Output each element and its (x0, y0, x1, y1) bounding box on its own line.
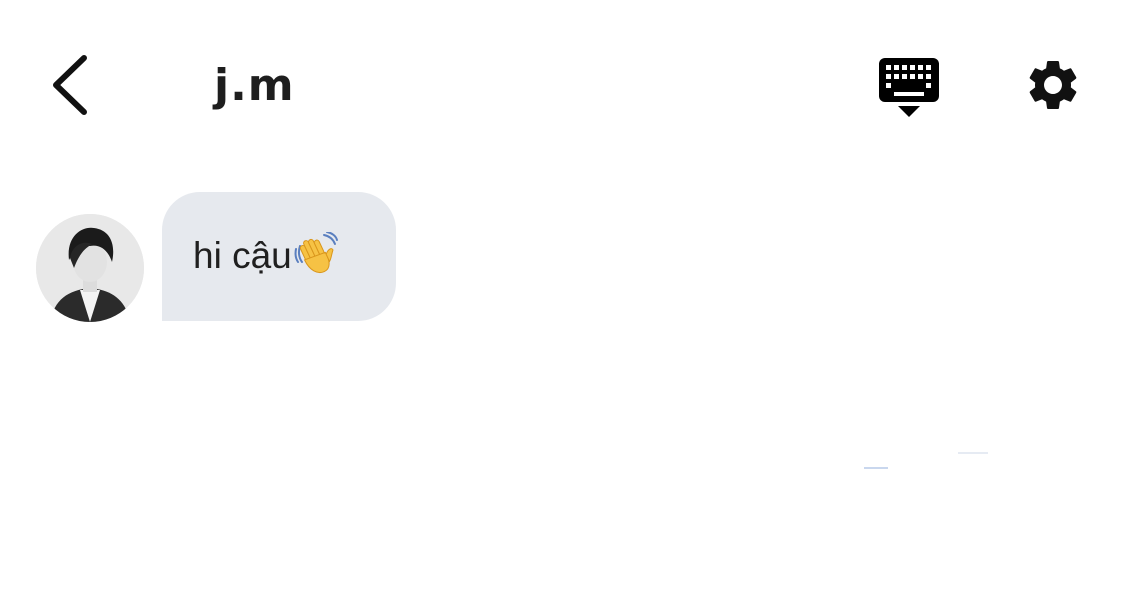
avatar-photo (36, 214, 144, 322)
settings-button[interactable] (1020, 52, 1086, 118)
message-bubble[interactable]: hi cậu (162, 192, 396, 321)
chat-title: j.m (214, 60, 295, 111)
message-text: hi cậu (193, 234, 292, 276)
back-button[interactable] (40, 50, 96, 120)
waving-hand-icon (294, 231, 338, 273)
keyboard-toggle-button[interactable] (876, 54, 942, 120)
chevron-left-icon (53, 55, 87, 115)
divider-artifact (958, 452, 988, 454)
divider-artifact (864, 467, 888, 469)
gear-icon (1029, 60, 1077, 109)
message-text-wrapper: hi cậu (193, 231, 338, 278)
avatar[interactable] (36, 214, 144, 322)
keyboard-hide-icon (879, 58, 939, 117)
chat-header: j.m (0, 0, 1125, 170)
